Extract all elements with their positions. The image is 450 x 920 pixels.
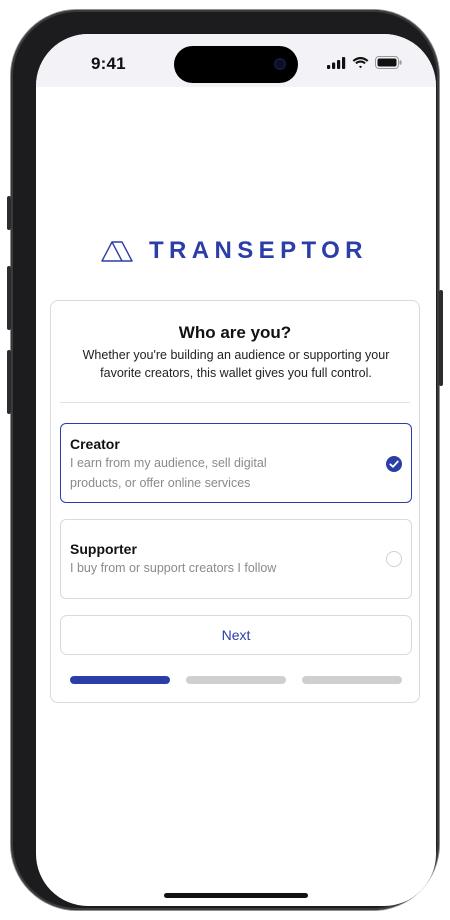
option-creator-description: I earn from my audience, sell digital pr… [70,456,267,490]
power-button [439,290,443,386]
card-title: Who are you? [178,323,292,342]
option-supporter-title: Supporter [70,541,137,557]
option-creator[interactable]: Creator I earn from my audience, sell di… [60,423,412,503]
progress-step-2 [186,676,286,684]
progress-steps [70,676,402,684]
triangle-logo-icon [101,240,133,262]
option-supporter[interactable]: Supporter I buy from or support creators… [60,519,412,599]
volume-up-button [7,266,11,330]
role-selection-card: Who are you? Whether you're building an … [50,300,420,703]
next-button[interactable]: Next [60,615,412,655]
action-button [7,196,11,230]
option-supporter-description: I buy from or support creators I follow [70,561,277,575]
status-icons [327,56,402,69]
home-indicator[interactable] [164,893,308,898]
battery-icon [375,56,402,69]
checkmark-radio-icon[interactable] [386,456,402,472]
dynamic-island [174,46,298,83]
phone-frame: 9:41 TRANSEPTOR Who are you? Whether you… [7,10,443,910]
status-bar: 9:41 [36,34,436,87]
stage: 9:41 TRANSEPTOR Who are you? Whether you… [0,0,450,920]
option-creator-title: Creator [70,436,120,452]
progress-step-3 [302,676,402,684]
volume-down-button [7,350,11,414]
brand-wordmark: TRANSEPTOR [149,237,368,264]
screen: 9:41 TRANSEPTOR Who are you? Whether you… [36,34,436,906]
progress-step-1 [70,676,170,684]
cellular-signal-icon [327,56,346,69]
front-camera-icon [274,58,286,70]
card-subtitle: Whether you're building an audience or s… [82,348,390,380]
wifi-icon [352,56,369,68]
brand-header: TRANSEPTOR [101,237,368,265]
radio-empty-icon[interactable] [386,551,402,567]
check-icon [389,460,399,468]
status-time: 9:41 [91,54,126,73]
divider [60,402,410,403]
